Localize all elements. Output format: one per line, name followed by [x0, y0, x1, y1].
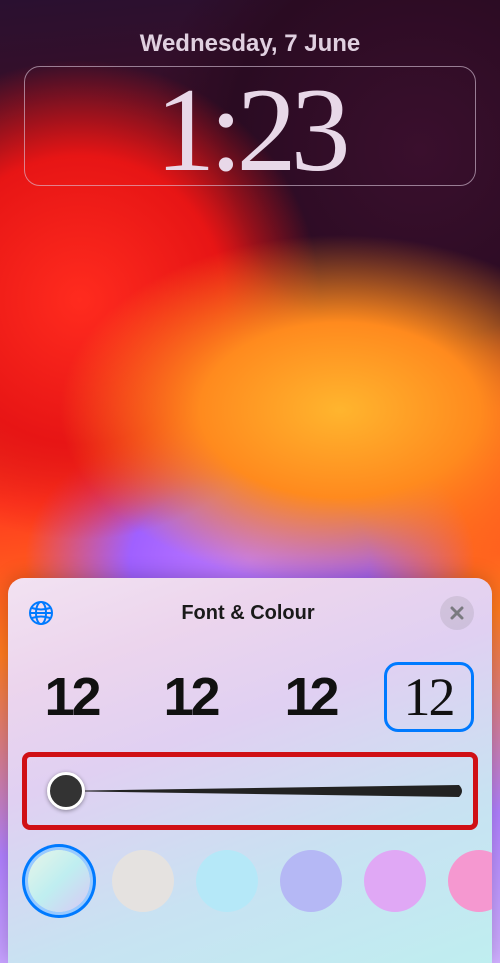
clock-container[interactable]: 1:23	[24, 66, 476, 186]
close-button[interactable]	[440, 596, 474, 630]
sheet-header: Font & Colour	[8, 578, 492, 638]
globe-icon[interactable]	[26, 598, 56, 628]
weight-slider-highlight	[22, 752, 478, 830]
font-option-4[interactable]: 12	[384, 662, 474, 732]
font-option-2[interactable]: 12	[146, 662, 236, 732]
color-swatch-3[interactable]	[196, 850, 258, 912]
clock-time: 1:23	[155, 70, 344, 190]
close-icon	[450, 606, 464, 620]
color-swatch-1[interactable]	[28, 850, 90, 912]
font-options-row: 12 12 12 12	[8, 662, 492, 732]
date-label[interactable]: Wednesday, 7 June	[0, 30, 500, 58]
font-option-1[interactable]: 12	[27, 662, 117, 732]
sheet-title: Font & Colour	[181, 602, 314, 625]
font-colour-sheet: Font & Colour 12 12 12 12	[8, 578, 492, 963]
color-swatch-5[interactable]	[364, 850, 426, 912]
weight-slider[interactable]	[45, 785, 455, 797]
font-option-3[interactable]: 12	[265, 662, 355, 732]
color-swatch-4[interactable]	[280, 850, 342, 912]
color-swatch-2[interactable]	[112, 850, 174, 912]
slider-thumb[interactable]	[47, 772, 85, 810]
color-swatch-row	[8, 830, 492, 912]
color-swatch-6[interactable]	[448, 850, 492, 912]
